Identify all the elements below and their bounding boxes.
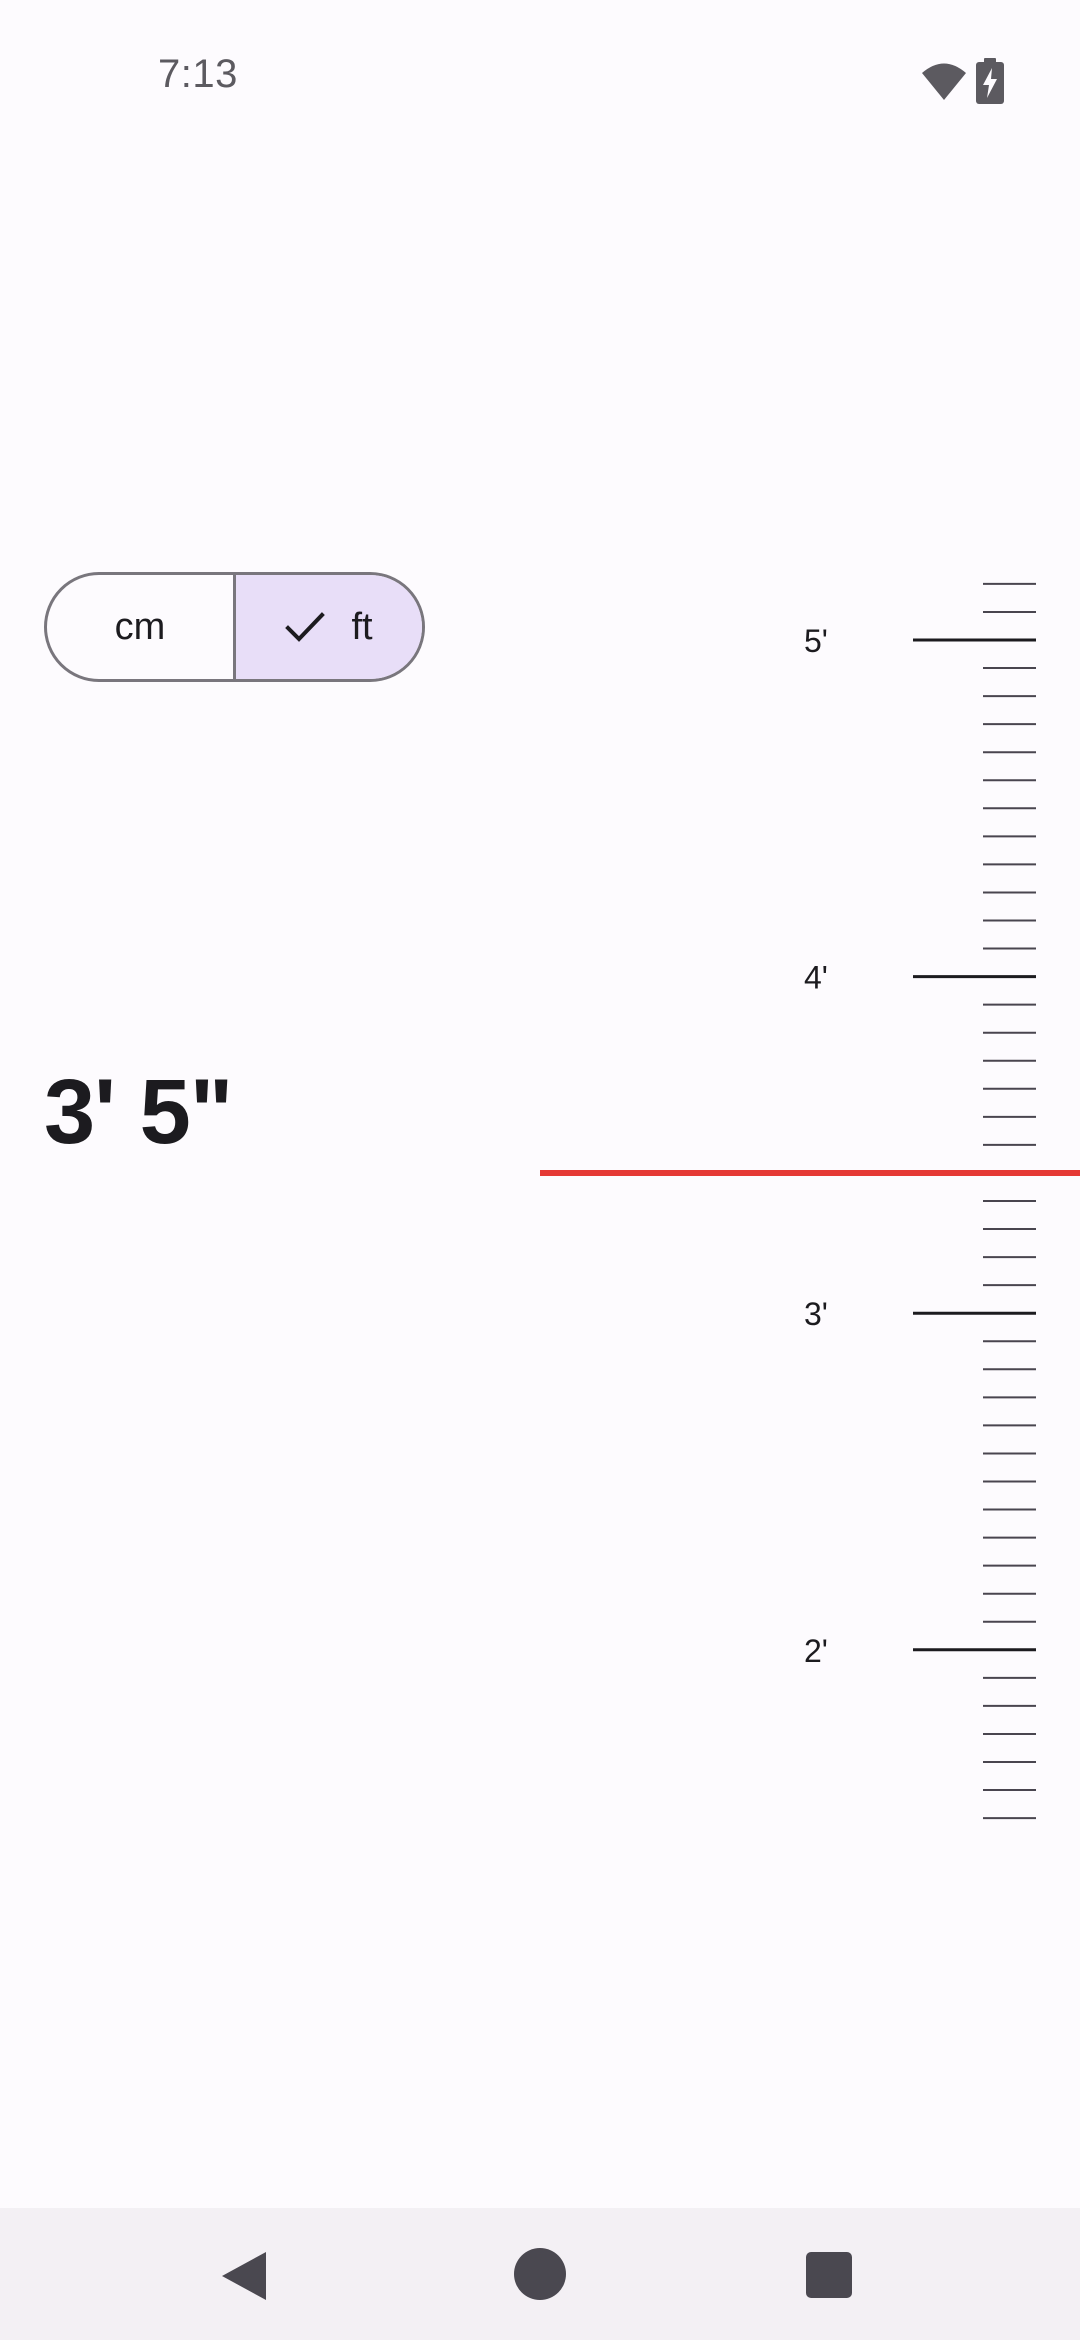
recents-icon[interactable] [806,2252,852,2298]
status-bar: 7:13 [0,0,1080,165]
battery-charging-icon [976,58,1004,104]
unit-cm-label: cm [114,605,166,648]
height-ruler[interactable]: 5' 4' 3' 2' [0,0,1080,2340]
ruler-label: 2' [804,1633,828,1669]
unit-ft-button[interactable]: ft [236,575,422,679]
check-icon [285,612,326,642]
ruler-label: 3' [804,1296,828,1332]
home-icon[interactable] [512,2246,568,2302]
ruler-label: 4' [804,960,828,996]
unit-toggle: cm ft [44,572,425,682]
clock: 7:13 [158,52,238,96]
ruler-label: 5' [804,623,828,659]
navigation-bar [0,2208,1080,2340]
back-icon[interactable] [216,2248,272,2304]
unit-ft-label: ft [351,605,373,648]
screen: 7:13 cm ft 3' 5" 5' 4' 3' 2' [0,0,1080,2340]
height-readout: 3' 5" [44,1061,233,1163]
wifi-icon [922,63,966,100]
unit-cm-button[interactable]: cm [47,575,236,679]
